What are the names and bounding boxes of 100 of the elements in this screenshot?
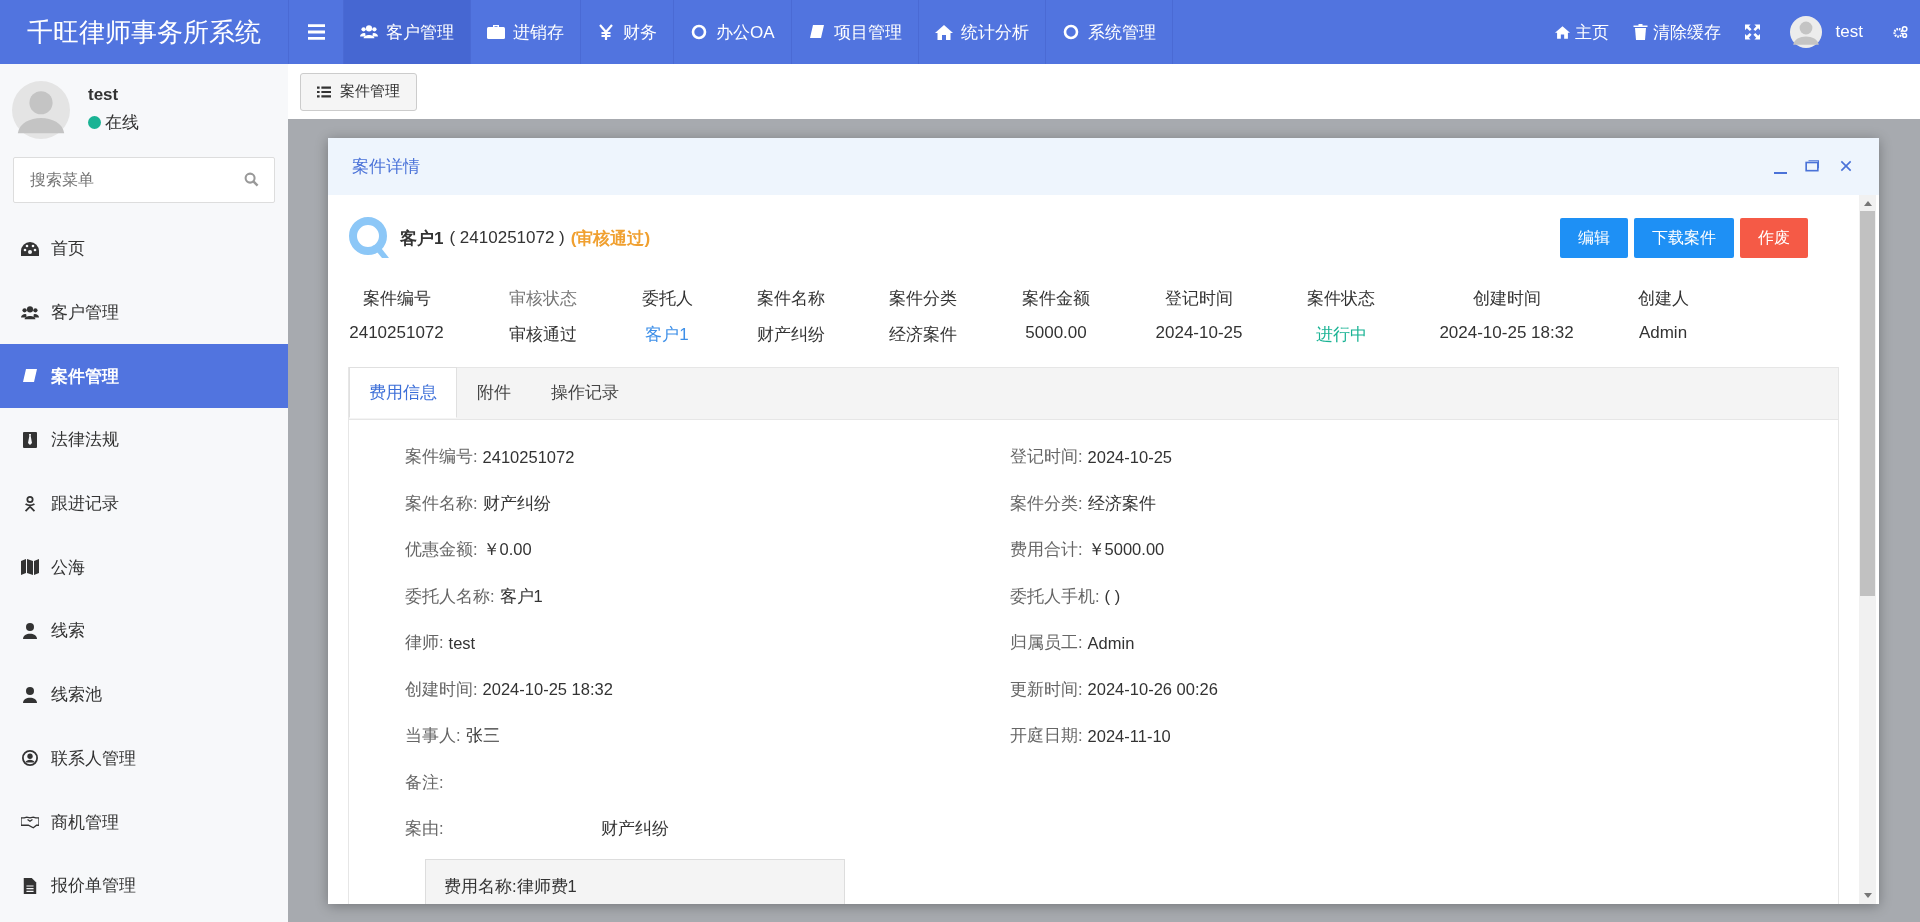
app-title: 千旺律师事务所系统 [26, 15, 262, 49]
sidebar-item[interactable]: 线索 [0, 599, 288, 663]
trash-icon [1632, 24, 1648, 40]
field-value: 张三 [465, 725, 500, 747]
dialog-title: 案件详情 [352, 156, 421, 178]
scroll-up-arrow[interactable] [1863, 201, 1872, 206]
field-label: 案件分类: [1010, 492, 1083, 514]
case-number: ( 2410251072 ) [449, 228, 565, 248]
circle-icon [690, 24, 708, 40]
field-label: 更新时间: [1010, 678, 1083, 700]
sidebar-item[interactable]: 报价单管理 [0, 853, 288, 918]
home-icon [1554, 24, 1570, 40]
home-icon [934, 24, 953, 40]
avatar-icon [1789, 16, 1822, 48]
field-label: 开庭日期: [1010, 725, 1083, 747]
tab[interactable]: 费用信息 [349, 367, 457, 418]
summary-label: 审核状态 [508, 288, 577, 310]
field-value: 2024-10-25 18:32 [482, 680, 613, 700]
scroll-down-arrow[interactable] [1863, 893, 1872, 898]
sidebar-item[interactable]: 公海 [0, 535, 288, 600]
field-value: test [448, 633, 476, 653]
fee-card: 费用名称:律师费1 [425, 858, 845, 904]
summary-value: 财产纠纷 [757, 324, 825, 346]
expand-icon [1744, 24, 1760, 40]
field-label: 案件编号: [405, 446, 478, 468]
search-icon [244, 172, 259, 187]
users-icon [21, 304, 39, 321]
field-label: 案由: [405, 818, 445, 840]
summary-label: 创建时间 [1472, 288, 1541, 310]
sidebar-item[interactable]: 线索池 [0, 662, 288, 727]
sidebar-item[interactable]: 首页 [0, 217, 288, 281]
field-label: 费用合计: [1010, 539, 1083, 561]
field-label: 优惠金额: [405, 539, 478, 561]
user-menu[interactable]: test [1771, 0, 1881, 64]
client-name: 客户1 [400, 227, 444, 250]
field-value: 2024-10-25 [1087, 447, 1172, 467]
field-value: ￥0.00 [482, 539, 532, 561]
field-label: 创建时间: [405, 678, 478, 700]
user-name: test [88, 85, 120, 105]
sidebar-item[interactable]: 案件管理 [0, 344, 288, 409]
field-label: 案件名称: [405, 492, 478, 514]
user-circle-icon [21, 750, 39, 767]
summary-label: 案件名称 [757, 288, 825, 310]
field-value: ( ) [1104, 587, 1121, 607]
user-icon [21, 622, 39, 639]
review-status: (审核通过) [570, 227, 651, 250]
summary-label: 登记时间 [1165, 288, 1233, 310]
field-value: 经济案件 [1087, 492, 1156, 514]
map-icon [21, 559, 39, 576]
field-label: 归属员工: [1010, 632, 1083, 654]
field-value: 客户1 [499, 585, 543, 607]
sidebar-item[interactable]: 客户管理 [0, 280, 288, 345]
maximize-icon [1805, 158, 1819, 173]
file-icon [21, 877, 39, 894]
status-dot [88, 116, 101, 129]
summary-label: 委托人 [641, 288, 693, 310]
summary-label: 案件状态 [1307, 288, 1375, 310]
summary-value: 审核通过 [508, 324, 577, 346]
field-label: 备注: [405, 771, 444, 793]
sidebar-item[interactable]: 跟进记录 [0, 471, 288, 536]
field-label: 当事人: [405, 725, 461, 747]
sidebar-item[interactable]: 法律法规 [0, 408, 288, 472]
top-link[interactable]: 清除缓存 [1620, 0, 1733, 64]
field-value: ￥5000.00 [1087, 539, 1165, 561]
summary-value: 2410251072 [349, 323, 444, 343]
field-label: 登记时间: [1010, 446, 1083, 468]
sidebar-item[interactable]: 联系人管理 [0, 726, 288, 791]
action-button[interactable]: 编辑 [1560, 218, 1628, 258]
search-field[interactable]: 搜索菜单 [13, 157, 275, 203]
page-tab[interactable]: 案件管理 [300, 72, 417, 111]
field-value: 财产纠纷 [601, 818, 669, 840]
scrollbar-thumb[interactable] [1860, 211, 1875, 596]
q-logo-icon [348, 216, 390, 260]
field-value: 财产纠纷 [482, 492, 551, 514]
field-label: 委托人名称: [405, 585, 495, 607]
sidebar-item[interactable]: 商机管理 [0, 790, 288, 854]
yen-icon [597, 24, 615, 40]
summary-value: 2024-10-25 [1155, 323, 1243, 343]
summary-value: Admin [1638, 323, 1688, 343]
summary-value: 经济案件 [889, 324, 957, 346]
field-label: 律师: [405, 632, 444, 654]
users-icon [360, 24, 378, 40]
field-value: 2024-10-26 00:26 [1087, 680, 1218, 700]
user-icon [21, 686, 39, 703]
top-link[interactable]: 主页 [1542, 0, 1621, 64]
tab[interactable]: 操作记录 [531, 367, 639, 418]
client-link[interactable]: 客户1 [645, 323, 689, 346]
avatar-icon [12, 80, 70, 139]
circle-icon [1061, 24, 1080, 40]
top-menu-item[interactable]: 客户管理 [344, 0, 471, 64]
action-button[interactable]: 作废 [1740, 218, 1808, 258]
summary-label: 案件分类 [889, 288, 957, 310]
summary-label: 案件编号 [362, 288, 431, 310]
tab[interactable]: 附件 [457, 367, 531, 418]
gauge-icon [21, 240, 39, 257]
briefcase-icon [487, 24, 505, 40]
summary-value: 2024-10-25 18:32 [1439, 323, 1574, 343]
field-label: 委托人手机: [1010, 585, 1100, 607]
field-value: 2410251072 [482, 447, 575, 467]
action-button[interactable]: 下载案件 [1634, 218, 1734, 258]
